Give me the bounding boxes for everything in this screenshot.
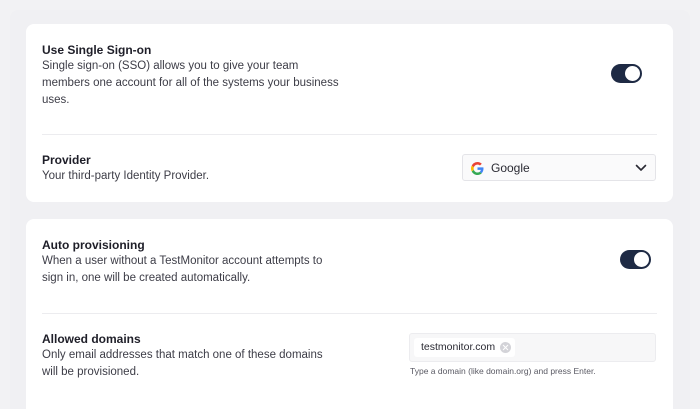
auto-provisioning-description: When a user without a TestMonitor accoun… <box>42 255 323 284</box>
auto-provisioning-row: Auto provisioning When a user without a … <box>42 237 657 287</box>
toggle-knob <box>625 66 640 81</box>
provisioning-card: Auto provisioning When a user without a … <box>26 219 673 409</box>
auto-provisioning-toggle[interactable] <box>620 250 651 269</box>
domains-input[interactable]: testmonitor.com <box>409 333 656 362</box>
sso-toggle[interactable] <box>611 64 642 83</box>
sso-description: Single sign-on (SSO) allows you to give … <box>42 60 339 106</box>
sso-card: Use Single Sign-on Single sign-on (SSO) … <box>26 24 673 202</box>
allowed-domains-description: Only email addresses that match one of t… <box>42 349 323 378</box>
domain-tag-label: testmonitor.com <box>421 341 496 353</box>
divider <box>42 313 657 314</box>
domain-tag: testmonitor.com <box>414 338 516 357</box>
chevron-down-icon <box>635 164 647 171</box>
remove-tag-icon[interactable] <box>500 342 512 353</box>
sso-title: Use Single Sign-on <box>42 43 152 57</box>
auto-provisioning-title: Auto provisioning <box>42 238 145 252</box>
toggle-knob <box>634 252 649 267</box>
provider-value: Google <box>491 161 530 175</box>
google-icon <box>471 162 484 175</box>
divider <box>42 134 657 135</box>
provider-select[interactable]: Google <box>462 154 656 181</box>
domains-hint: Type a domain (like domain.org) and pres… <box>410 366 596 376</box>
provider-description: Your third-party Identity Provider. <box>42 170 210 182</box>
sso-row: Use Single Sign-on Single sign-on (SSO) … <box>42 42 657 109</box>
